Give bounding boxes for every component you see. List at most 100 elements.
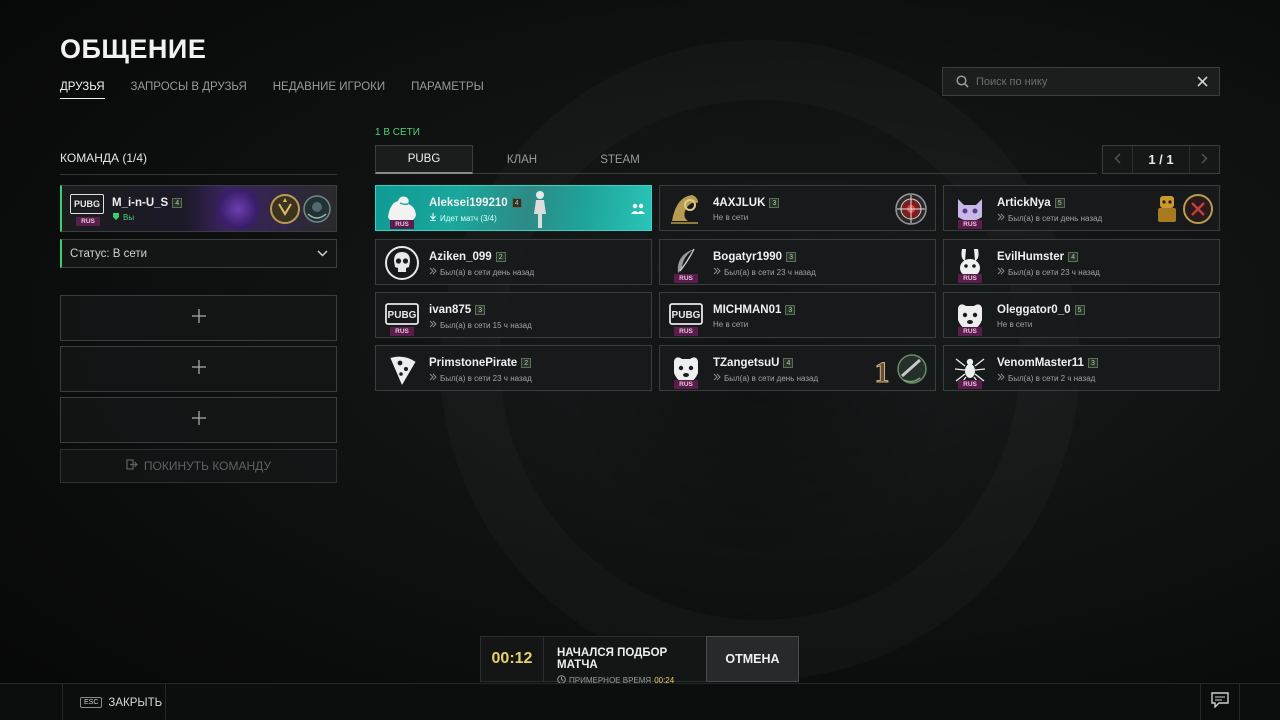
number-one-rank-icon: 1 (868, 352, 930, 390)
last-seen-icon (429, 320, 437, 330)
target-rank-icon (894, 192, 928, 226)
friend-card[interactable]: 4AXJLUK 3 Не в сети (659, 185, 936, 231)
friend-name: Bogatyr1990 (713, 251, 783, 263)
friend-card[interactable]: PUBG RUS MICHMAN01 3 Не в сети (659, 292, 936, 338)
friend-status: Был(а) в сети 23 ч назад (724, 267, 816, 277)
plus-icon (191, 410, 207, 431)
pubg-icon: PUBG (70, 194, 104, 214)
level-badge: 3 (786, 252, 797, 262)
friends-source-tabs: PUBG КЛАН STEAM (375, 145, 1097, 174)
region-badge: RUS (76, 217, 100, 226)
pizza-icon (384, 351, 420, 387)
bottom-bar: ESC ЗАКРЫТЬ (0, 683, 1280, 720)
tab-pubg[interactable]: PUBG (375, 145, 473, 174)
cancel-matchmaking-button[interactable]: ОТМЕНА (706, 636, 799, 682)
friend-name: Oleggator0_0 (997, 304, 1071, 316)
last-seen-icon (997, 213, 1005, 223)
status-dropdown[interactable]: Статус: В сети (60, 239, 337, 268)
region-badge: RUS (390, 327, 414, 336)
level-badge: 5 (1074, 305, 1085, 315)
leader-icon (112, 212, 120, 223)
friend-card[interactable]: RUS VenomMaster11 3 Был(а) в сети 2 ч наз… (943, 345, 1220, 391)
friend-card[interactable]: PrimstonePirate 2 Был(а) в сети 23 ч наза… (375, 345, 652, 391)
match-timer: 00:12 (480, 636, 544, 682)
exit-icon (126, 459, 138, 473)
character-figure-icon (526, 188, 554, 230)
friend-status: Был(а) в сети день назад (1008, 213, 1103, 223)
gold-rank-icon (268, 192, 302, 226)
svg-text:1: 1 (875, 356, 890, 386)
friend-card[interactable]: Aziken_099 2 Был(а) в сети день назад (375, 239, 652, 285)
pager: 1 / 1 (1102, 145, 1220, 174)
top-tabs: ДРУЗЬЯ ЗАПРОСЫ В ДРУЗЬЯ НЕДАВНИЕ ИГРОКИ … (60, 81, 484, 99)
friend-card[interactable]: RUS EvilHumster 4 Был(а) в сети 23 ч наза… (943, 239, 1220, 285)
friend-name: ArtickNya (997, 197, 1051, 209)
level-badge: 5 (1054, 198, 1065, 208)
friend-status: Не в сети (713, 320, 749, 329)
friend-name: VenomMaster11 (997, 357, 1084, 369)
level-badge: 2 (521, 358, 532, 368)
plus-icon (191, 308, 207, 329)
friend-status: Был(а) в сети 15 ч назад (440, 320, 532, 330)
friend-card[interactable]: RUS ArtickNya 5 Был(а) в сети день назад (943, 185, 1220, 231)
skull-icon (384, 245, 420, 281)
search-box (942, 67, 1220, 96)
robot-rank-icon (1152, 192, 1182, 226)
matchmaking-bar: 00:12 НАЧАЛСЯ ПОДБОР МАТЧА ПРИМЕРНОЕ ВРЕ… (480, 636, 799, 685)
team-member-card[interactable]: PUBG RUS M_i-n-U_S 4 Вы (60, 185, 337, 232)
tab-recent-players[interactable]: НЕДАВНИЕ ИГРОКИ (273, 81, 385, 99)
friend-name: Aleksei199210 (429, 197, 508, 209)
squad-icon (630, 202, 646, 220)
last-seen-icon (429, 267, 437, 277)
red-rank-icon (1182, 192, 1214, 226)
level-badge: 3 (785, 305, 796, 315)
chat-button[interactable] (1200, 684, 1240, 720)
chat-icon (1211, 692, 1229, 713)
tab-friend-requests[interactable]: ЗАПРОСЫ В ДРУЗЬЯ (131, 81, 247, 99)
friend-card[interactable]: RUS Bogatyr1990 3 Был(а) в сети 23 ч наза… (659, 239, 936, 285)
close-button[interactable]: ESC ЗАКРЫТЬ (62, 684, 166, 720)
last-seen-icon (713, 373, 721, 383)
friend-status: Идет матч (3/4) (440, 213, 497, 223)
friend-card[interactable]: RUS Oleggator0_0 5 Не в сети (943, 292, 1220, 338)
level-badge: 3 (769, 198, 780, 208)
clear-search-icon[interactable] (1195, 75, 1209, 89)
match-info: НАЧАЛСЯ ПОДБОР МАТЧА ПРИМЕРНОЕ ВРЕМЯ 00:… (544, 636, 706, 685)
last-seen-icon (713, 267, 721, 277)
region-badge: RUS (958, 274, 982, 283)
search-icon (953, 73, 971, 91)
region-badge: RUS (958, 220, 982, 229)
team-title: КОМАНДА (1/4) (60, 151, 147, 165)
level-badge: 3 (1087, 358, 1098, 368)
tab-settings[interactable]: ПАРАМЕТРЫ (411, 81, 484, 99)
tab-friends[interactable]: ДРУЗЬЯ (60, 81, 105, 99)
in-match-icon (429, 213, 437, 223)
next-page-button[interactable] (1189, 146, 1219, 173)
emblem-orb-icon (212, 188, 264, 230)
you-tag: Вы (123, 213, 135, 222)
match-title: НАЧАЛСЯ ПОДБОР МАТЧА (557, 647, 668, 671)
add-team-member-slot[interactable] (60, 397, 337, 443)
friend-name: 4AXJLUK (713, 197, 766, 209)
friend-status: Не в сети (997, 320, 1033, 329)
tab-steam[interactable]: STEAM (571, 145, 669, 174)
friend-card[interactable]: PUBG RUS ivan875 3 Был(а) в сети 15 ч наз… (375, 292, 652, 338)
close-label: ЗАКРЫТЬ (108, 696, 163, 709)
chevron-right-icon (1201, 151, 1208, 169)
friend-status: Был(а) в сети день назад (440, 267, 535, 277)
add-team-member-slot[interactable] (60, 295, 337, 341)
region-badge: RUS (674, 327, 698, 336)
svg-text:PUBG: PUBG (388, 310, 417, 321)
add-team-member-slot[interactable] (60, 346, 337, 392)
level-badge: 3 (475, 305, 486, 315)
friend-name: PrimstonePirate (429, 357, 518, 369)
search-input[interactable] (971, 75, 1195, 88)
prev-page-button[interactable] (1103, 146, 1133, 173)
tab-clan[interactable]: КЛАН (473, 145, 571, 174)
friend-card[interactable]: RUS Aleksei199210 4 Идет матч (3/4) (375, 185, 652, 231)
page-title: ОБЩЕНИЕ (60, 34, 207, 64)
friend-card[interactable]: RUS TZangetsuU 4 Был(а) в сети день назад… (659, 345, 936, 391)
leave-team-button[interactable]: ПОКИНУТЬ КОМАНДУ (60, 449, 337, 483)
friend-name: EvilHumster (997, 251, 1065, 263)
level-badge: 4 (511, 198, 522, 208)
